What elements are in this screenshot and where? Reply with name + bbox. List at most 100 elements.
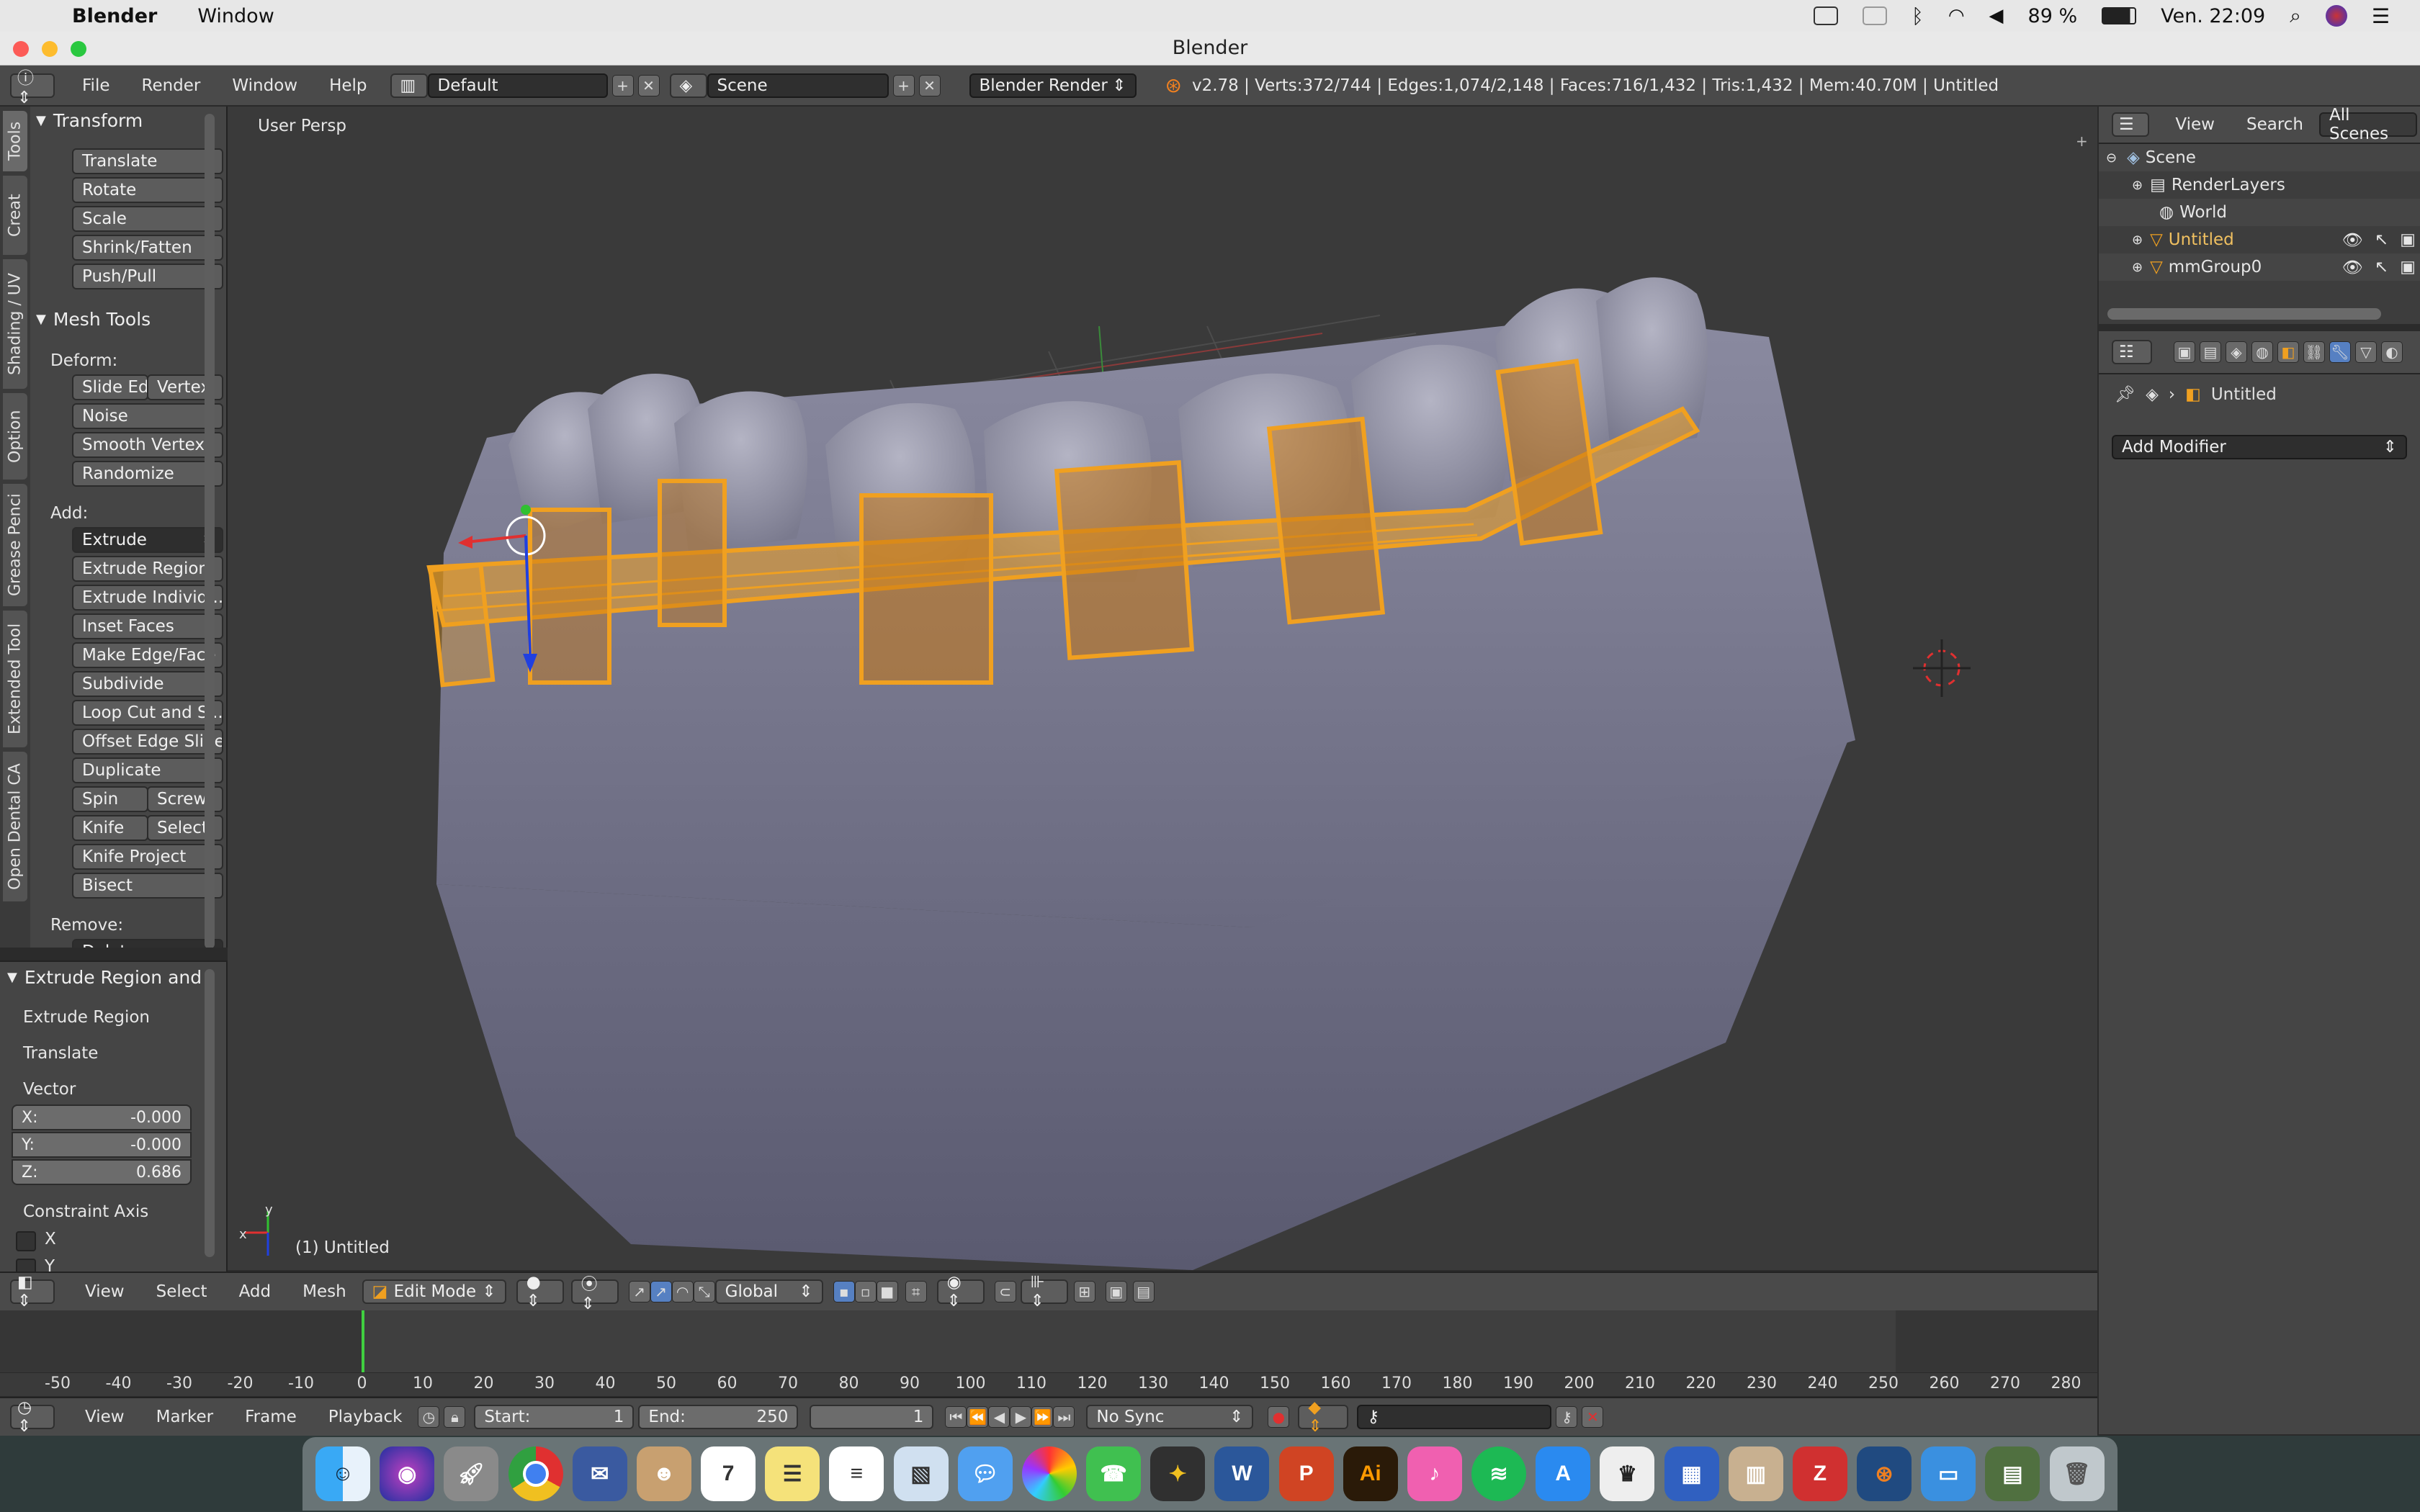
- snap-target-icon[interactable]: ⊞: [1073, 1281, 1095, 1302]
- expand-icon[interactable]: ⊖: [2106, 150, 2117, 166]
- reminders-icon[interactable]: ≡: [829, 1446, 884, 1501]
- outliner-menu-search[interactable]: Search: [2231, 115, 2319, 134]
- inset-faces-button[interactable]: Inset Faces: [72, 613, 223, 639]
- tab-shading-uv[interactable]: Shading / UV: [3, 259, 27, 389]
- tab-tools[interactable]: Tools: [3, 111, 27, 171]
- toolshelf-scrollbar[interactable]: [205, 114, 215, 948]
- modifiers-tab-icon[interactable]: 🔧︎: [2329, 341, 2351, 363]
- tasks-icon[interactable]: [1863, 6, 1888, 25]
- current-frame-field[interactable]: 1: [810, 1405, 934, 1429]
- jump-end-icon[interactable]: ⏭: [1053, 1406, 1075, 1428]
- render-layers-tab-icon[interactable]: ▤: [2200, 341, 2221, 363]
- menu-help[interactable]: Help: [313, 76, 382, 95]
- randomize-button[interactable]: Randomize: [72, 461, 223, 487]
- insert-keyframe-icon[interactable]: ⚷: [1556, 1406, 1578, 1428]
- scene-selector[interactable]: ◈: [669, 73, 707, 98]
- visibility-eye-icon[interactable]: 👁︎: [2342, 230, 2363, 250]
- render-preview-icon[interactable]: ▣: [1105, 1281, 1127, 1302]
- jump-next-keyframe-icon[interactable]: ⏩: [1031, 1406, 1054, 1428]
- current-frame-line[interactable]: [362, 1310, 364, 1372]
- lock-icon[interactable]: 🔒︎: [444, 1406, 466, 1428]
- delete-dropdown[interactable]: Delete: [72, 939, 223, 948]
- operator-scrollbar[interactable]: [205, 969, 215, 1257]
- remove-scene-icon[interactable]: ✕: [918, 74, 941, 96]
- jump-prev-keyframe-icon[interactable]: ⏪: [967, 1406, 989, 1428]
- editor-type-outliner[interactable]: ☰: [2112, 112, 2150, 137]
- outliner-row-renderlayers[interactable]: ⊕ ▤ RenderLayers: [2099, 171, 2420, 199]
- virtualbox-icon[interactable]: ▦: [1664, 1446, 1719, 1501]
- tab-options[interactable]: Option: [3, 393, 27, 480]
- outliner-row-untitled[interactable]: ⊕ ▽ Untitled 👁︎ ↖ ▣: [2099, 226, 2420, 253]
- 3d-cursor[interactable]: [1913, 639, 1971, 697]
- shrink-fatten-button[interactable]: Shrink/Fatten: [72, 235, 223, 261]
- menubar-clock[interactable]: Ven. 22:09: [2161, 5, 2265, 27]
- smooth-vertex-button[interactable]: Smooth Vertex: [72, 432, 223, 458]
- render-animation-icon[interactable]: ▤: [1132, 1281, 1155, 1302]
- duplicate-button[interactable]: Duplicate: [72, 757, 223, 783]
- extrude-region-button[interactable]: Extrude Region: [72, 556, 223, 582]
- tab-grease-pencil[interactable]: Grease Penci: [3, 484, 27, 606]
- spotify-icon[interactable]: ≋: [1471, 1446, 1527, 1501]
- translate-button[interactable]: Translate: [72, 148, 223, 174]
- wifi-icon[interactable]: ◠: [1948, 5, 1965, 27]
- outliner-display-mode[interactable]: All Scenes: [2319, 106, 2417, 143]
- vector-y-field[interactable]: Y: -0.000: [12, 1132, 192, 1158]
- tab-extended-tool[interactable]: Extended Tool: [3, 611, 27, 747]
- app-store-icon[interactable]: A: [1536, 1446, 1591, 1501]
- orientation-select[interactable]: Global ⇕: [714, 1279, 823, 1304]
- constraint-y-checkbox[interactable]: [16, 1259, 36, 1272]
- vp-menu-mesh[interactable]: Mesh: [287, 1282, 362, 1301]
- mail-icon[interactable]: ✉: [572, 1446, 627, 1501]
- calendar-icon[interactable]: 7: [701, 1446, 756, 1501]
- constraint-x-checkbox[interactable]: [16, 1231, 36, 1251]
- layout-name-field[interactable]: Default: [427, 73, 608, 98]
- mesh-tools-panel-header[interactable]: ▼ Mesh Tools: [36, 307, 215, 331]
- display-icon[interactable]: [1814, 6, 1839, 25]
- noise-button[interactable]: Noise: [72, 403, 223, 429]
- expand-icon[interactable]: ⊕: [2132, 178, 2143, 193]
- documents-stack-icon[interactable]: ▤: [1985, 1446, 2040, 1501]
- proportional-edit-select[interactable]: ◉ ⇕: [936, 1273, 985, 1310]
- world-tab-icon[interactable]: ◍: [2251, 341, 2273, 363]
- expand-icon[interactable]: ⊕: [2132, 233, 2143, 248]
- tl-menu-playback[interactable]: Playback: [313, 1408, 418, 1426]
- edge-select-icon[interactable]: ▫: [854, 1281, 877, 1302]
- menubar-window[interactable]: Window: [197, 5, 274, 27]
- keying-set-select[interactable]: ◆ ⇕: [1298, 1398, 1349, 1436]
- dental-app-icon[interactable]: ♛: [1600, 1446, 1655, 1501]
- music-icon[interactable]: ♪: [1407, 1446, 1462, 1501]
- word-icon[interactable]: W: [1214, 1446, 1270, 1501]
- preview-range-icon[interactable]: ◷: [418, 1406, 440, 1428]
- downloads-folder-icon[interactable]: ▭: [1921, 1446, 1976, 1501]
- illustrator-icon[interactable]: Ai: [1343, 1446, 1398, 1501]
- editor-type-info[interactable]: ⓘ ⇕: [10, 69, 55, 107]
- outliner-menu-view[interactable]: View: [2159, 115, 2231, 134]
- 3d-viewport[interactable]: User Persp (1) Untitled y x +: [228, 107, 2097, 1270]
- render-camera-icon[interactable]: ▣: [2400, 230, 2416, 249]
- volume-icon[interactable]: ◀: [1989, 5, 2004, 27]
- constraints-tab-icon[interactable]: ⛓︎: [2303, 341, 2325, 363]
- finder-icon[interactable]: ☺: [315, 1446, 370, 1501]
- scale-button[interactable]: Scale: [72, 206, 223, 232]
- render-tab-icon[interactable]: ▣: [2174, 341, 2195, 363]
- cad-app-icon[interactable]: ✦: [1150, 1446, 1206, 1501]
- messages-icon[interactable]: 💬︎: [957, 1446, 1013, 1501]
- tab-create[interactable]: Creat: [3, 176, 27, 255]
- preview-icon[interactable]: ▧: [893, 1446, 949, 1501]
- pin-icon[interactable]: 📌︎: [2115, 384, 2136, 404]
- menu-window[interactable]: Window: [216, 76, 313, 95]
- zoom-window-button[interactable]: [71, 41, 86, 57]
- outliner-scrollbar[interactable]: [2107, 308, 2381, 320]
- vp-menu-add[interactable]: Add: [223, 1282, 287, 1301]
- knife-button[interactable]: Knife: [72, 815, 148, 841]
- add-layout-icon[interactable]: +: [611, 74, 634, 96]
- bisect-button[interactable]: Bisect: [72, 873, 223, 899]
- tl-menu-view[interactable]: View: [69, 1408, 140, 1426]
- battery-percent[interactable]: 89 %: [2028, 5, 2078, 27]
- subdivide-button[interactable]: Subdivide: [72, 671, 223, 697]
- shading-select[interactable]: ● ⇕: [516, 1273, 564, 1310]
- scale-manipulator-icon[interactable]: ⤡: [693, 1281, 715, 1302]
- contacts-icon[interactable]: ☻: [636, 1446, 691, 1501]
- vertex-select-icon[interactable]: ▪: [833, 1281, 855, 1302]
- vp-menu-view[interactable]: View: [69, 1282, 140, 1301]
